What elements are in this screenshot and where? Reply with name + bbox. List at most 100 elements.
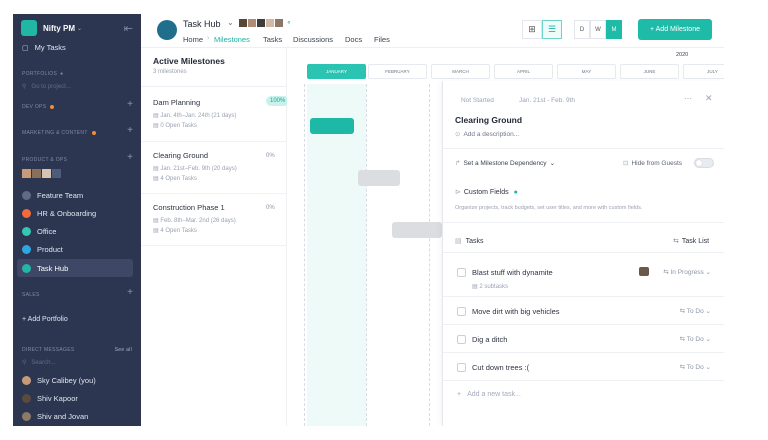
- date-range[interactable]: Jan. 21st - Feb. 9th: [519, 97, 575, 104]
- month-header[interactable]: JUNE: [620, 64, 679, 79]
- task-row[interactable]: Blast stuff with dynamite ▤ 2 subtasks ⇆…: [443, 255, 724, 297]
- milestone-bar-clearing-ground[interactable]: [358, 170, 400, 186]
- task-name[interactable]: Move dirt with big vehicles: [472, 307, 560, 316]
- task-row[interactable]: Dig a ditch ⇆ To Do ⌄: [443, 325, 724, 353]
- task-name[interactable]: Blast stuff with dynamite: [472, 268, 553, 277]
- chevron-down-icon: ⌄: [703, 336, 711, 343]
- search-icon: ⚲: [22, 84, 27, 90]
- tab-discussions[interactable]: Discussions: [293, 35, 333, 44]
- grid-view-icon[interactable]: ⊞: [522, 20, 542, 39]
- dm-item[interactable]: Sky Calibey (you): [22, 376, 150, 385]
- task-status-dropdown[interactable]: ⇆ To Do ⌄: [680, 307, 711, 315]
- milestone-dates-text: Jan. 21st–Feb. 9th (20 days): [160, 166, 237, 172]
- member-avatars[interactable]: ⚬: [239, 19, 292, 27]
- status-icon: ⇆: [679, 308, 687, 315]
- dependency-selector[interactable]: ↱ Set a Milestone Dependency ⌄: [455, 159, 555, 167]
- panel-title[interactable]: Clearing Ground: [455, 115, 522, 125]
- project-icon: [22, 227, 31, 236]
- sidebar-item-task-hub[interactable]: Task Hub: [17, 259, 133, 277]
- month-header[interactable]: MAY: [557, 64, 616, 79]
- task-checkbox[interactable]: [457, 307, 466, 316]
- timeline-gridline: [429, 84, 430, 426]
- add-member-icon[interactable]: ⚬: [286, 19, 292, 27]
- month-header[interactable]: JANUARY: [307, 64, 366, 79]
- portfolio-search[interactable]: ⚲ Go to project...: [22, 83, 134, 91]
- add-field-icon[interactable]: ●: [514, 189, 518, 196]
- sidebar-item-feature-team[interactable]: Feature Team: [22, 191, 150, 200]
- milestone-row[interactable]: Dam Planning ▤ Jan. 4th–Jan. 24th (21 da…: [153, 96, 290, 129]
- tab-docs[interactable]: Docs: [345, 35, 362, 44]
- tab-home[interactable]: Home: [183, 35, 203, 44]
- custom-fields-header[interactable]: ⊳ Custom Fields ●: [455, 188, 518, 196]
- dm-item[interactable]: Shiv and Jovan: [22, 412, 150, 421]
- task-name[interactable]: Dig a ditch: [472, 335, 507, 344]
- task-list-selector[interactable]: ⇆ Task List: [673, 237, 709, 245]
- milestone-bar-construction[interactable]: [392, 222, 442, 238]
- milestone-name: Dam Planning: [153, 98, 201, 107]
- task-status-dropdown[interactable]: ⇆ To Do ⌄: [680, 335, 711, 343]
- add-project-button[interactable]: +: [127, 100, 133, 110]
- add-task-input[interactable]: + Add a new task...: [457, 391, 521, 398]
- list-view-icon[interactable]: ☰: [542, 20, 562, 39]
- sidebar-item-hr-onboarding[interactable]: HR & Onboarding: [22, 209, 150, 218]
- add-portfolio-button[interactable]: + Add Portfolio: [22, 316, 150, 323]
- workspace-header[interactable]: Nifty PM ⌄ ⇤: [21, 20, 133, 36]
- task-row[interactable]: Cut down trees :( ⇆ To Do ⌄: [443, 353, 724, 381]
- milestone-progress: 100%: [266, 96, 290, 106]
- plus-icon: +: [457, 391, 462, 398]
- sidebar-item-office[interactable]: Office: [22, 227, 150, 236]
- milestone-tasks: ▤ 0 Open Tasks: [153, 122, 283, 129]
- tab-milestones[interactable]: Milestones: [214, 35, 250, 44]
- milestone-row[interactable]: Construction Phase 1 ▤ Feb. 8th–Mar. 2nd…: [153, 203, 283, 234]
- project-title[interactable]: Task Hub: [183, 19, 221, 29]
- tab-files[interactable]: Files: [374, 35, 390, 44]
- task-checkbox[interactable]: [457, 268, 466, 277]
- see-all-link[interactable]: See all: [115, 347, 132, 353]
- dm-item[interactable]: Shiv Kapoor: [22, 394, 150, 403]
- month-header[interactable]: FEBRUARY: [368, 64, 427, 79]
- task-checkbox[interactable]: [457, 363, 466, 372]
- sidebar-item-my-tasks[interactable]: ▢ My Tasks: [22, 43, 132, 52]
- task-status-dropdown[interactable]: ⇆ To Do ⌄: [680, 363, 711, 371]
- add-milestone-button[interactable]: + Add Milestone: [638, 19, 712, 40]
- task-row[interactable]: Move dirt with big vehicles ⇆ To Do ⌄: [443, 297, 724, 325]
- add-project-button[interactable]: +: [127, 153, 133, 163]
- month-header[interactable]: JULY: [683, 64, 724, 79]
- avatar: [52, 169, 61, 178]
- milestone-bar-dam-planning[interactable]: [310, 118, 354, 134]
- more-options-icon[interactable]: ⋯: [684, 94, 692, 103]
- subtasks-count[interactable]: ▤ 2 subtasks: [472, 283, 508, 290]
- task-name[interactable]: Cut down trees :(: [472, 363, 529, 372]
- status-badge[interactable]: Not Started: [461, 97, 494, 104]
- task-status-dropdown[interactable]: ⇆ In Progress ⌄: [663, 268, 711, 276]
- month-header[interactable]: MARCH: [431, 64, 490, 79]
- milestone-row[interactable]: Clearing Ground ▤ Jan. 21st–Feb. 9th (20…: [153, 151, 283, 182]
- add-project-button[interactable]: +: [127, 126, 133, 136]
- milestones-heading: Active Milestones: [153, 56, 225, 66]
- month-header[interactable]: APRIL: [494, 64, 553, 79]
- zoom-day-button[interactable]: D: [574, 20, 590, 39]
- status-text: In Progress: [670, 269, 704, 276]
- zoom-week-button[interactable]: W: [590, 20, 606, 39]
- status-text: To Do: [686, 308, 704, 315]
- zoom-month-button[interactable]: M: [606, 20, 622, 39]
- description-field[interactable]: ⊙ Add a description...: [455, 130, 519, 138]
- chevron-down-icon[interactable]: ⌄: [227, 18, 234, 27]
- avatar: [22, 412, 31, 421]
- add-project-button[interactable]: +: [127, 288, 133, 298]
- link-icon: ↱: [455, 160, 461, 167]
- milestone-tasks-text: 4 Open Tasks: [160, 228, 197, 234]
- dm-label: Sky Calibey (you): [37, 376, 96, 385]
- app-window: Nifty PM ⌄ ⇤ ▢ My Tasks PORTFOLIOS ● ⚲ G…: [13, 14, 724, 426]
- avatar: [257, 19, 265, 27]
- assignee-avatar[interactable]: [639, 267, 649, 276]
- close-icon[interactable]: ✕: [705, 93, 713, 104]
- sidebar-item-product[interactable]: Product: [22, 245, 150, 254]
- hide-guests-toggle[interactable]: [694, 158, 714, 168]
- milestones-count: 3 milestones: [153, 69, 187, 75]
- edit-icon: ⊙: [455, 131, 461, 138]
- dm-search[interactable]: ⚲ Search...: [22, 359, 150, 367]
- task-checkbox[interactable]: [457, 335, 466, 344]
- collapse-sidebar-icon[interactable]: ⇤: [124, 22, 133, 35]
- tab-tasks[interactable]: Tasks: [263, 35, 282, 44]
